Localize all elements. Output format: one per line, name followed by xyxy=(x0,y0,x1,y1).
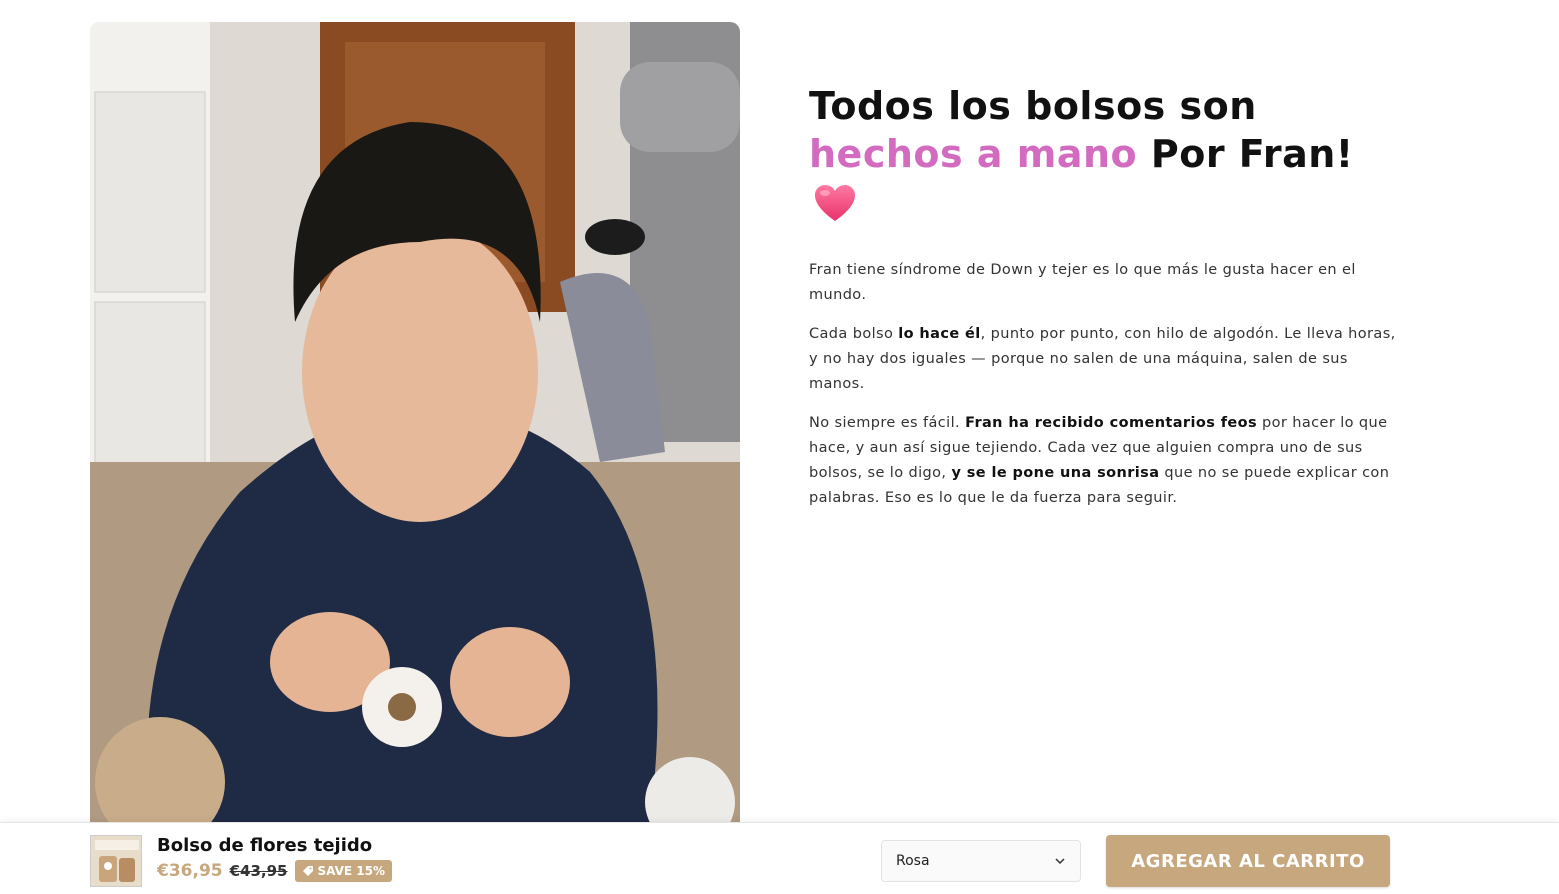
hero-photo xyxy=(90,22,740,824)
product-thumbnail-image xyxy=(91,836,141,886)
photo-illustration xyxy=(90,22,740,824)
paragraph-3-bold-2: y se le pone una sonrisa xyxy=(951,465,1160,481)
product-thumbnail[interactable] xyxy=(90,835,142,887)
paragraph-3-text-a: No siempre es fácil. xyxy=(809,415,966,431)
sale-price: €36,95 xyxy=(157,861,223,881)
paragraph-2: Cada bolso lo hace él, punto por punto, … xyxy=(809,322,1399,397)
heart-icon xyxy=(815,185,855,221)
product-title: Bolso de flores tejido xyxy=(157,835,373,856)
heading-accent: hechos a mano xyxy=(809,132,1138,176)
discount-badge: SAVE 15% xyxy=(294,860,392,882)
heading-rest: Por Fran! xyxy=(1137,132,1354,176)
section-heading: Todos los bolsos son hechos a mano Por F… xyxy=(809,82,1399,226)
paragraph-3: No siempre es fácil. Fran ha recibido co… xyxy=(809,411,1399,511)
variant-select[interactable]: Rosa xyxy=(881,840,1081,882)
story-text: Fran tiene síndrome de Down y tejer es l… xyxy=(809,258,1399,511)
paragraph-2-bold: lo hace él xyxy=(898,326,981,342)
variant-select-value: Rosa xyxy=(896,853,930,869)
paragraph-1: Fran tiene síndrome de Down y tejer es l… xyxy=(809,262,1356,303)
compare-price: €43,95 xyxy=(229,862,288,880)
paragraph-2-text-a: Cada bolso xyxy=(809,326,899,342)
add-to-cart-button[interactable]: AGREGAR AL CARRITO xyxy=(1106,835,1390,887)
sticky-add-to-cart-bar: Bolso de flores tejido €36,95 €43,95 SAV… xyxy=(0,822,1559,894)
tag-icon xyxy=(302,866,313,876)
story-section: Todos los bolsos son hechos a mano Por F… xyxy=(809,82,1399,525)
discount-badge-label: SAVE 15% xyxy=(317,864,386,878)
chevron-down-icon xyxy=(1055,858,1065,865)
price-row: €36,95 €43,95 SAVE 15% xyxy=(157,860,392,882)
paragraph-3-bold-1: Fran ha recibido comentarios feos xyxy=(965,415,1258,431)
heading-line-1: Todos los bolsos son xyxy=(809,84,1257,128)
